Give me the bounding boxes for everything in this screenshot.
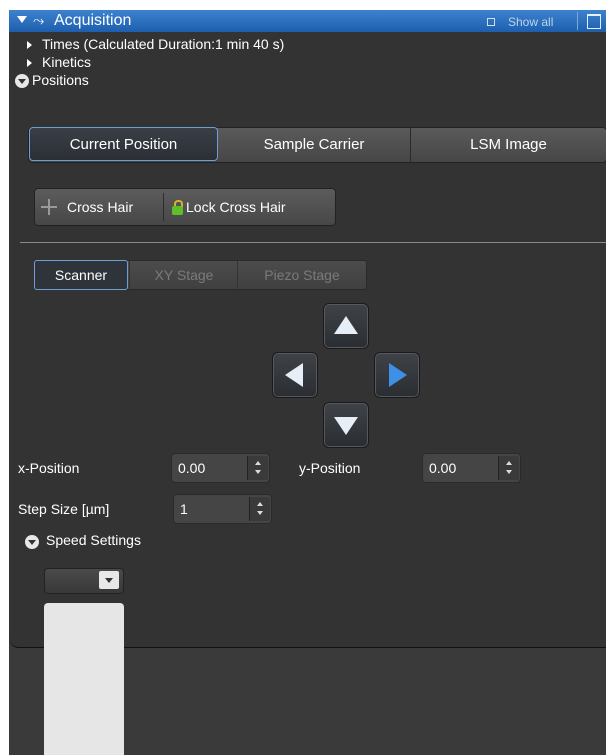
acquisition-panel: ⤳ Acquisition Show all Times (Calculated… <box>9 10 606 755</box>
positions-label: Positions <box>32 72 89 88</box>
y-position-field[interactable]: 0.00 <box>422 453 521 483</box>
tab-lsm-image[interactable]: LSM Image <box>411 128 606 162</box>
x-position-value[interactable]: 0.00 <box>178 454 205 482</box>
section-divider <box>20 242 606 243</box>
step-size-label: Step Size [µm] <box>18 501 110 517</box>
speed-settings-label[interactable]: Speed Settings <box>46 532 141 548</box>
move-down-button[interactable] <box>323 402 369 448</box>
arrow-right-icon <box>389 363 407 387</box>
show-all-checkbox[interactable] <box>487 18 495 26</box>
move-up-button[interactable] <box>323 303 369 349</box>
speed-settings-collapse-icon[interactable] <box>25 535 39 549</box>
x-position-label: x-Position <box>18 460 80 476</box>
acquisition-icon: ⤳ <box>33 12 45 28</box>
collapse-down-icon[interactable] <box>15 74 29 88</box>
toolbar-divider <box>163 193 164 221</box>
y-position-value[interactable]: 0.00 <box>429 454 456 482</box>
tab-xy-stage[interactable]: XY Stage <box>129 261 238 289</box>
move-right-button[interactable] <box>374 352 420 398</box>
stage-tabs: Scanner XY Stage Piezo Stage <box>34 260 367 290</box>
window-icon[interactable] <box>587 14 601 29</box>
lock-icon <box>172 200 183 215</box>
arrow-down-icon <box>334 417 358 435</box>
arrow-up-icon <box>334 316 358 334</box>
crosshair-icon <box>41 199 57 215</box>
collapse-caret-icon[interactable] <box>17 16 27 23</box>
panel-title: Acquisition <box>54 12 132 29</box>
speed-list[interactable] <box>44 603 124 755</box>
speed-dropdown[interactable] <box>44 568 124 594</box>
tab-piezo-stage[interactable]: Piezo Stage <box>237 261 366 289</box>
y-position-label: y-Position <box>299 460 361 476</box>
position-tabs: Current Position Sample Carrier LSM Imag… <box>28 127 606 163</box>
step-size-field[interactable]: 1 <box>173 494 272 524</box>
panel-body: Times (Calculated Duration:1 min 40 s) K… <box>9 32 606 648</box>
tab-scanner[interactable]: Scanner <box>34 260 128 290</box>
titlebar-divider <box>577 12 578 30</box>
arrow-left-icon <box>285 363 303 387</box>
chevron-down-icon[interactable] <box>99 571 119 589</box>
move-left-button[interactable] <box>272 352 318 398</box>
times-label: Times (Calculated Duration:1 min 40 s) <box>42 36 285 52</box>
x-position-field[interactable]: 0.00 <box>171 453 270 483</box>
expand-right-icon[interactable] <box>27 41 32 49</box>
panel-titlebar[interactable]: ⤳ Acquisition Show all <box>9 10 606 33</box>
y-position-stepper[interactable] <box>498 456 519 480</box>
tab-current-position[interactable]: Current Position <box>29 127 218 161</box>
lock-cross-hair-button[interactable]: Lock Cross Hair <box>186 189 286 225</box>
step-size-value[interactable]: 1 <box>180 495 188 523</box>
step-size-stepper[interactable] <box>249 497 270 521</box>
cross-hair-button[interactable]: Cross Hair <box>67 189 133 225</box>
crosshair-toolbar: Cross Hair Lock Cross Hair <box>34 188 336 226</box>
tab-sample-carrier[interactable]: Sample Carrier <box>218 128 411 162</box>
expand-right-icon[interactable] <box>27 59 32 67</box>
x-position-stepper[interactable] <box>247 456 268 480</box>
kinetics-label: Kinetics <box>42 54 92 70</box>
show-all-label[interactable]: Show all <box>508 15 553 29</box>
